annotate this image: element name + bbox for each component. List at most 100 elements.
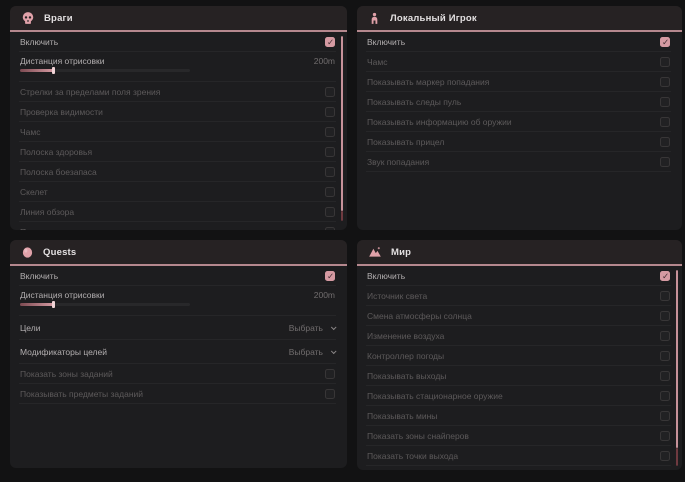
panel-body: Включить✓Дистанция отрисовки200mСтрелки …: [10, 32, 347, 230]
checkbox[interactable]: [660, 97, 670, 107]
setting-row: Источник света: [366, 286, 671, 306]
setting-row: Показывать предметы заданий: [19, 384, 336, 404]
checkbox[interactable]: ✓: [325, 271, 335, 281]
setting-label: Показать точки выхода: [367, 451, 458, 461]
checkbox[interactable]: ✓: [660, 37, 670, 47]
setting-row: Показывать следы пуль: [19, 222, 336, 230]
setting-label: Дистанция отрисовки: [20, 56, 105, 66]
setting-label: Источник света: [367, 291, 427, 301]
checkbox[interactable]: [325, 87, 335, 97]
setting-label: Полоска боезапаса: [20, 167, 97, 177]
slider-handle[interactable]: [52, 67, 55, 74]
setting-row: ЦелиВыбрать: [19, 316, 336, 340]
setting-label: Показать зоны снайперов: [367, 431, 469, 441]
dropdown-value: Выбрать: [289, 347, 323, 357]
scrollbar-thumb[interactable]: [341, 36, 343, 211]
checkbox[interactable]: [325, 369, 335, 379]
chevron-down-icon: [331, 324, 337, 330]
setting-label: Чамс: [367, 57, 388, 67]
mountain-icon: [368, 245, 382, 259]
panel-world: Мир Включить✓Источник светаСмена атмосфе…: [357, 240, 682, 470]
checkbox[interactable]: [325, 127, 335, 137]
checkbox[interactable]: [660, 451, 670, 461]
checkbox[interactable]: [660, 311, 670, 321]
checkbox[interactable]: [660, 77, 670, 87]
setting-row: Включить ✓: [19, 266, 336, 286]
checkbox[interactable]: [660, 411, 670, 421]
scrollbar[interactable]: [676, 270, 678, 466]
setting-row: Дистанция отрисовки200m: [19, 286, 336, 316]
setting-row: Скелет: [19, 182, 336, 202]
sphere-icon: [21, 246, 34, 259]
panel-header: Локальный Игрок: [357, 6, 682, 32]
scrollbar-track: [341, 211, 343, 221]
checkbox[interactable]: [325, 107, 335, 117]
chevron-down-icon: [331, 348, 337, 354]
dropdown[interactable]: Выбрать: [289, 323, 335, 333]
checkbox[interactable]: [660, 157, 670, 167]
checkbox[interactable]: [660, 391, 670, 401]
setting-label: Показывать мины: [367, 411, 437, 421]
setting-row: Проверка видимости: [19, 102, 336, 122]
check-icon: ✓: [662, 36, 669, 48]
panel-title: Враги: [44, 13, 73, 24]
setting-label: Контроллер погоды: [367, 351, 444, 361]
setting-row: Показывать прицел: [366, 132, 671, 152]
checkbox[interactable]: [325, 167, 335, 177]
checkbox[interactable]: [325, 207, 335, 217]
scrollbar-thumb[interactable]: [676, 270, 678, 448]
dropdown[interactable]: Выбрать: [289, 347, 335, 357]
panel-title: Мир: [391, 247, 411, 258]
setting-row: Чамс: [366, 52, 671, 72]
checkbox[interactable]: [660, 331, 670, 341]
setting-label: Показывать предметы заданий: [20, 389, 143, 399]
checkbox[interactable]: ✓: [325, 37, 335, 47]
slider-fill: [20, 69, 54, 72]
checkbox[interactable]: [660, 117, 670, 127]
checkbox[interactable]: ✓: [660, 271, 670, 281]
setting-row: Показывать следы пуль: [366, 92, 671, 112]
scrollbar[interactable]: [341, 36, 343, 221]
setting-row: Показать зоны снайперов: [366, 426, 671, 446]
setting-label: Включить: [367, 271, 405, 281]
setting-label: Показывать информацию об оружии: [367, 117, 512, 127]
setting-row: Линия обзора: [19, 202, 336, 222]
setting-row: Включить✓: [19, 32, 336, 52]
setting-label: Показывать выходы: [367, 371, 446, 381]
checkbox[interactable]: [325, 147, 335, 157]
checkbox[interactable]: [660, 351, 670, 361]
panel-body: Включить✓Источник светаСмена атмосферы с…: [357, 266, 682, 466]
setting-label: Чамс: [20, 127, 41, 137]
render-distance-slider[interactable]: [20, 69, 190, 72]
setting-label: Линия обзора: [20, 207, 74, 217]
panel-title: Локальный Игрок: [390, 13, 477, 24]
dropdown-value: Выбрать: [289, 323, 323, 333]
setting-label: Показывать следы пуль: [367, 97, 461, 107]
setting-row: Полоска боезапаса: [19, 162, 336, 182]
checkbox[interactable]: [325, 187, 335, 197]
setting-row: Включить✓: [366, 32, 671, 52]
slider-fill: [20, 303, 54, 306]
setting-row: Включить ✓: [366, 266, 671, 286]
render-distance-slider[interactable]: [20, 303, 190, 306]
checkbox[interactable]: [660, 371, 670, 381]
check-icon: ✓: [327, 270, 334, 282]
checkbox[interactable]: [660, 137, 670, 147]
setting-row: Изменение воздуха: [366, 326, 671, 346]
panel-enemies: Враги Включить✓Дистанция отрисовки200mСт…: [10, 6, 347, 230]
mod-menu-page: { "colors": { "accent_pink": "#d59aa2", …: [0, 0, 685, 482]
panel-quests: Quests Включить ✓ Дистанция отрисовки200mЦ…: [10, 240, 347, 468]
checkbox[interactable]: [660, 57, 670, 67]
panel-header: Quests: [10, 240, 347, 266]
setting-label: Изменение воздуха: [367, 331, 444, 341]
slider-handle[interactable]: [52, 301, 55, 308]
checkbox[interactable]: [660, 291, 670, 301]
checkbox[interactable]: [325, 389, 335, 399]
checkbox[interactable]: [325, 227, 335, 231]
setting-label: Показывать следы пуль: [20, 227, 114, 231]
checkbox[interactable]: [660, 431, 670, 441]
setting-label: Включить: [20, 271, 58, 281]
setting-label: Проверка видимости: [20, 107, 103, 117]
setting-row: Дистанция отрисовки200m: [19, 52, 336, 82]
panel-header: Мир: [357, 240, 682, 266]
